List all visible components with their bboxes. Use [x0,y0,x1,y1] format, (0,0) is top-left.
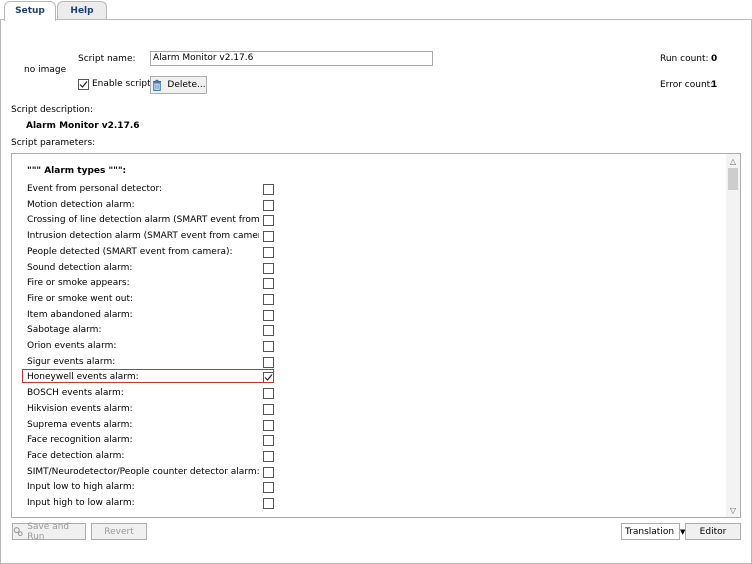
parameter-label: Fire or smoke appears: [27,278,130,288]
parameter-label: Face detection alarm: [27,451,125,461]
parameter-label: Sigur events alarm: [27,357,116,367]
parameter-checkbox[interactable] [263,420,274,431]
parameter-checkbox[interactable] [263,451,274,462]
script-name-label: Script name: [78,54,136,64]
parameter-checkbox[interactable] [263,435,274,446]
checkmark-icon [79,81,88,88]
parameter-checkbox[interactable] [263,498,274,509]
scroll-up-icon[interactable]: △ [726,155,740,167]
parameter-label: Suprema events alarm: [27,420,133,430]
run-count-label: Run count: [660,54,709,64]
scroll-down-icon[interactable]: ▽ [726,504,740,516]
alarm-types-header: """ Alarm types """: [27,166,127,176]
parameter-label: Item abandoned alarm: [27,310,133,320]
parameter-checkbox[interactable] [263,200,274,211]
save-and-run-button[interactable]: Save and Run [12,521,86,542]
parameter-label: Input high to low alarm: [27,498,135,508]
parameter-checkbox[interactable] [263,310,274,321]
editor-label: Editor [699,526,727,537]
parameter-checkbox[interactable] [263,404,274,415]
revert-label: Revert [104,526,134,537]
parameter-label: Crossing of line detection alarm (SMART … [27,215,259,225]
revert-button[interactable]: Revert [91,523,147,540]
parameter-checkbox[interactable] [263,294,274,305]
script-description-label: Script description: [11,105,94,115]
parameter-label: SIMT/Neurodetector/People counter detect… [27,467,259,477]
parameter-label: Event from personal detector: [27,184,163,194]
tab-help[interactable]: Help [57,1,107,19]
parameter-label: Face recognition alarm: [27,435,133,445]
script-parameters-panel[interactable]: """ Alarm types """: Event from personal… [11,153,741,518]
scrollbar-thumb[interactable] [728,168,738,190]
parameter-checkbox[interactable] [263,482,274,493]
script-image-placeholder: no image [24,65,67,75]
parameter-label: Input low to high alarm: [27,482,135,492]
delete-button-label: Delete... [167,80,206,90]
parameter-label: Sound detection alarm: [27,263,133,273]
script-parameters-label: Script parameters: [11,138,96,148]
gear-icon [13,527,23,537]
error-count-label: Error count: [660,80,714,90]
parameter-label: Hikvision events alarm: [27,404,133,414]
tab-bar: Setup Help [0,0,752,21]
parameter-label: People detected (SMART event from camera… [27,247,233,257]
trash-icon [153,79,162,91]
parameter-label: Sabotage alarm: [27,325,102,335]
parameter-checkbox[interactable] [263,247,274,258]
parameter-checkbox[interactable] [263,341,274,352]
enable-script-label: Enable script [92,79,151,89]
parameter-checkbox[interactable] [263,184,274,195]
translation-label: Translation [625,526,675,537]
tab-setup[interactable]: Setup [4,1,56,21]
parameter-label: Fire or smoke went out: [27,294,134,304]
save-and-run-label: Save and Run [27,521,70,542]
error-count-value: 1 [711,80,718,90]
parameter-label: BOSCH events alarm: [27,388,124,398]
delete-button[interactable]: Delete... [150,76,207,94]
parameter-checkbox[interactable] [263,325,274,336]
parameter-label: Motion detection alarm: [27,200,135,210]
translation-dropdown[interactable]: Translation ▼ [621,523,685,540]
parameter-label: Orion events alarm: [27,341,117,351]
parameter-checkbox[interactable] [263,357,274,368]
parameter-checkbox[interactable] [263,467,274,478]
editor-button[interactable]: Editor [685,523,741,540]
script-name-value: Alarm Monitor v2.17.6 [153,53,254,63]
vertical-scrollbar[interactable]: △ ▽ [726,154,740,517]
script-description-text: Alarm Monitor v2.17.6 [26,121,140,131]
enable-script-checkbox[interactable] [78,79,89,90]
selected-row-highlight [22,369,274,383]
parameter-checkbox[interactable] [263,263,274,274]
parameter-checkbox[interactable] [263,231,274,242]
parameter-checkbox[interactable] [263,388,274,399]
script-name-input[interactable]: Alarm Monitor v2.17.6 [150,51,433,66]
parameter-checkbox[interactable] [263,215,274,226]
parameter-label: Intrusion detection alarm (SMART event f… [27,231,259,241]
run-count-value: 0 [711,54,718,64]
parameter-checkbox[interactable] [263,278,274,289]
